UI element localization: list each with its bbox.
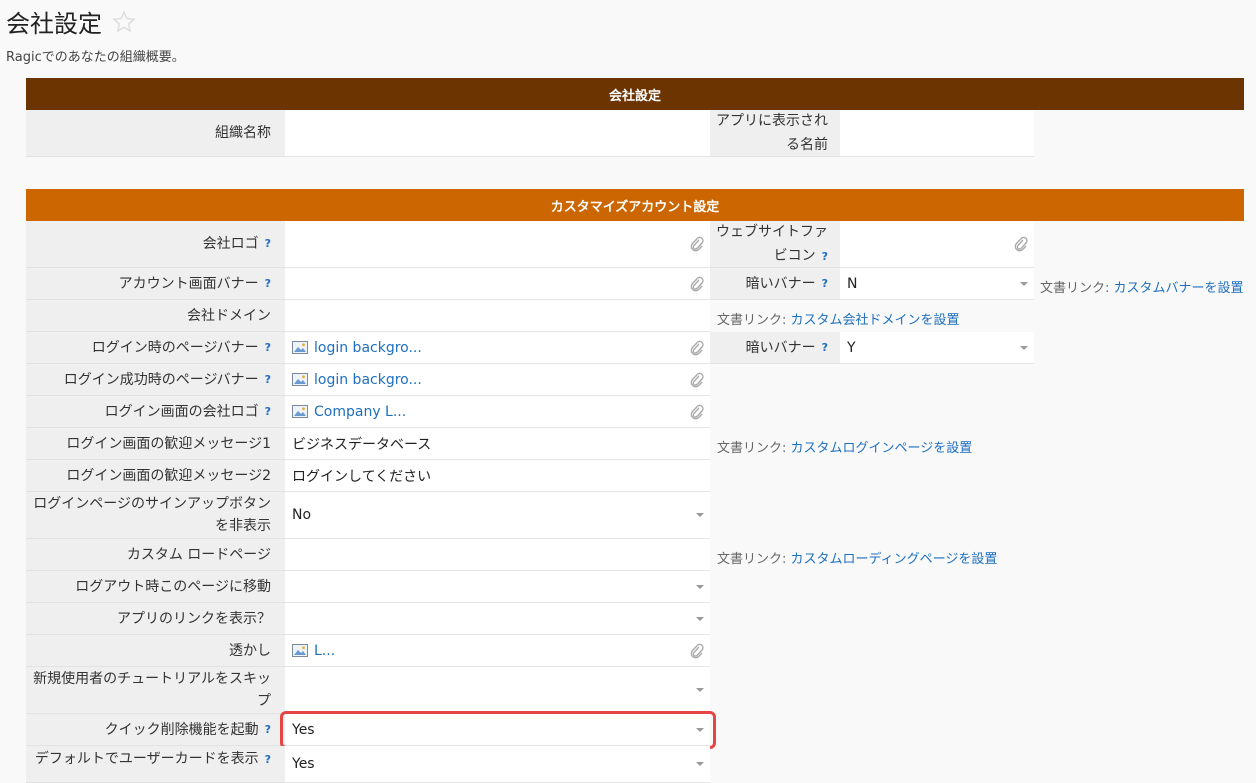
logout-redirect-select[interactable] xyxy=(285,571,710,603)
help-icon[interactable]: ? xyxy=(265,401,271,423)
help-icon[interactable]: ? xyxy=(822,250,828,263)
hide-signup-label: ログインページのサインアップボタンを非表示 xyxy=(26,492,285,539)
company-logo-label: 会社ロゴ? xyxy=(26,221,285,268)
help-icon[interactable]: ? xyxy=(265,719,271,741)
default-user-card-label: デフォルトでユーザーカードを表示? xyxy=(26,746,285,783)
paperclip-icon[interactable] xyxy=(690,276,704,292)
doc-link-domain: 文書リンク: カスタム会社ドメインを設置 xyxy=(717,313,960,328)
help-icon[interactable]: ? xyxy=(265,369,271,391)
login-banner-file-link[interactable]: login backgro... xyxy=(314,340,422,356)
help-icon[interactable]: ? xyxy=(265,337,271,359)
login-logo-field[interactable]: Company L... xyxy=(285,396,710,428)
chevron-down-icon xyxy=(696,513,704,517)
quick-delete-select[interactable]: Yes xyxy=(285,714,710,746)
favicon-label: ウェブサイトファビコン? xyxy=(710,221,840,268)
section-header-company: 会社設定 xyxy=(26,78,1244,110)
watermark-field[interactable]: L... xyxy=(285,635,710,667)
chevron-down-icon xyxy=(1020,281,1028,286)
custom-login-link[interactable]: カスタムログインページを設置 xyxy=(791,441,973,456)
login-logo-file-link[interactable]: Company L... xyxy=(314,404,406,420)
help-icon[interactable]: ? xyxy=(265,273,271,295)
custom-loading-field[interactable] xyxy=(285,539,710,571)
skip-tutorial-label: 新規使用者のチュートリアルをスキップ xyxy=(26,667,285,714)
page-title: 会社設定 xyxy=(6,4,136,39)
paperclip-icon[interactable] xyxy=(690,643,704,659)
chevron-down-icon xyxy=(696,688,704,692)
chevron-down-icon xyxy=(696,762,704,766)
doc-link-login: 文書リンク: カスタムログインページを設置 xyxy=(717,441,973,456)
doc-link-banner: 文書リンク: カスタムバナーを設置 xyxy=(1040,281,1244,296)
chevron-down-icon xyxy=(696,727,704,732)
chevron-down-icon xyxy=(696,616,704,621)
dark-banner-select[interactable]: N xyxy=(840,268,1034,300)
help-icon[interactable]: ? xyxy=(822,272,828,296)
login-banner-field[interactable]: login backgro... xyxy=(285,332,710,364)
default-user-card-select[interactable]: Yes xyxy=(285,746,710,783)
org-name-field[interactable] xyxy=(285,110,710,157)
dark-banner-2-select[interactable]: Y xyxy=(840,332,1034,364)
login-success-banner-field[interactable]: login backgro... xyxy=(285,364,710,396)
show-app-link-label: アプリのリンクを表示？ xyxy=(26,603,285,635)
help-icon[interactable]: ? xyxy=(822,336,828,360)
login-banner-label: ログイン時のページバナー? xyxy=(26,332,285,364)
quick-delete-label: クイック削除機能を起動? xyxy=(26,714,285,746)
custom-loading-link[interactable]: カスタムローディングページを設置 xyxy=(791,552,998,567)
image-icon xyxy=(292,405,308,418)
image-icon xyxy=(292,341,308,354)
hide-signup-select[interactable]: No xyxy=(285,492,710,539)
account-banner-label: アカウント画面バナー? xyxy=(26,268,285,300)
paperclip-icon[interactable] xyxy=(690,340,704,356)
star-icon[interactable] xyxy=(112,9,136,34)
company-domain-label: 会社ドメイン xyxy=(26,300,285,332)
custom-domain-link[interactable]: カスタム会社ドメインを設置 xyxy=(791,313,960,328)
skip-tutorial-select[interactable] xyxy=(285,667,710,714)
paperclip-icon[interactable] xyxy=(1014,236,1028,252)
logout-redirect-label: ログアウト時このページに移動 xyxy=(26,571,285,603)
paperclip-icon[interactable] xyxy=(690,372,704,388)
page-subtitle: Ragicでのあなたの組織概要。 xyxy=(6,50,185,65)
favicon-field[interactable] xyxy=(840,221,1034,268)
doc-link-loading: 文書リンク: カスタムローディングページを設置 xyxy=(717,552,998,567)
paperclip-icon[interactable] xyxy=(690,404,704,420)
show-app-link-select[interactable] xyxy=(285,603,710,635)
help-icon[interactable]: ? xyxy=(265,753,271,766)
login-success-banner-label: ログイン成功時のページバナー? xyxy=(26,364,285,396)
welcome1-field[interactable]: ビジネスデータベース xyxy=(285,428,710,460)
image-icon xyxy=(292,373,308,386)
page-title-text: 会社設定 xyxy=(6,10,102,38)
watermark-file-link[interactable]: L... xyxy=(314,643,335,659)
custom-loading-label: カスタム ロードページ xyxy=(26,539,285,571)
dark-banner-2-label: 暗いバナー? xyxy=(710,332,840,364)
login-success-banner-file-link[interactable]: login backgro... xyxy=(314,372,422,388)
company-logo-field[interactable] xyxy=(285,221,710,268)
welcome2-label: ログイン画面の歓迎メッセージ2 xyxy=(26,460,285,492)
account-banner-field[interactable] xyxy=(285,268,710,300)
watermark-label: 透かし xyxy=(26,635,285,667)
custom-banner-link[interactable]: カスタムバナーを設置 xyxy=(1114,281,1244,296)
chevron-down-icon xyxy=(1020,345,1028,350)
app-name-field[interactable] xyxy=(840,110,1034,157)
image-icon xyxy=(292,644,308,657)
paperclip-icon[interactable] xyxy=(690,236,704,252)
company-domain-field[interactable] xyxy=(285,300,710,332)
welcome2-field[interactable]: ログインしてください xyxy=(285,460,710,492)
login-logo-label: ログイン画面の会社ロゴ? xyxy=(26,396,285,428)
welcome1-label: ログイン画面の歓迎メッセージ1 xyxy=(26,428,285,460)
help-icon[interactable]: ? xyxy=(265,233,271,255)
dark-banner-label: 暗いバナー? xyxy=(710,268,840,300)
chevron-down-icon xyxy=(696,584,704,589)
section-header-custom: カスタマイズアカウント設定 xyxy=(26,189,1244,221)
app-name-label: アプリに表示される名前 xyxy=(710,110,840,157)
org-name-label: 組織名称 xyxy=(26,110,285,157)
